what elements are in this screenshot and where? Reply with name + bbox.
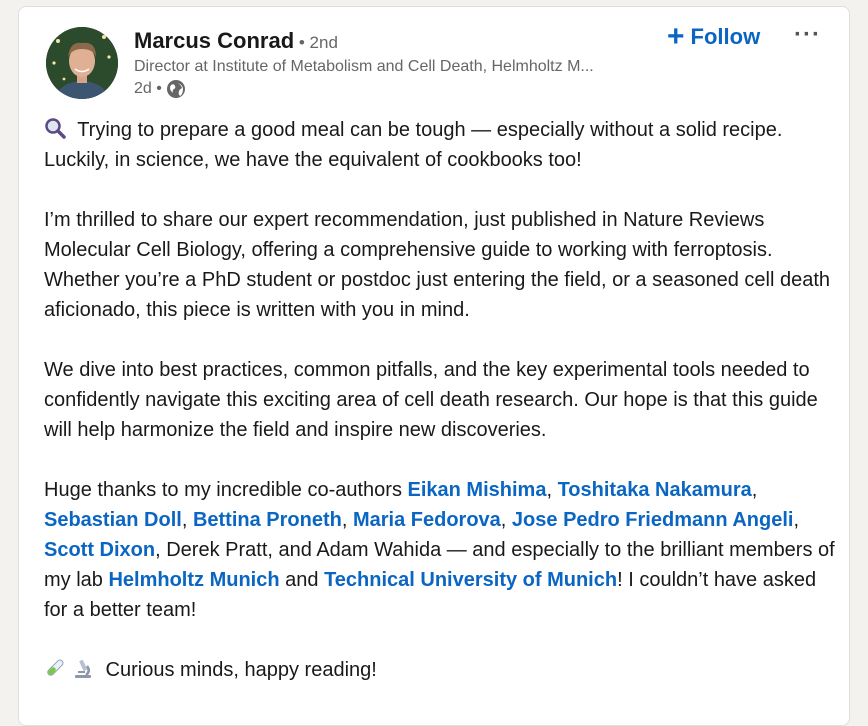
plus-icon: +	[667, 20, 685, 53]
thanks-text-and: and	[279, 569, 325, 591]
mention-jose-pedro-friedmann-angeli[interactable]: Jose Pedro Friedmann Angeli	[512, 509, 794, 531]
post-paragraph-2: I’m thrilled to share our expert recomme…	[44, 209, 831, 321]
post-paragraph-3: We dive into best practices, common pitf…	[44, 359, 818, 441]
post-meta: 2d •	[134, 79, 186, 99]
author-name-row: Marcus Conrad • 2nd	[134, 27, 338, 57]
globe-icon	[166, 80, 185, 98]
mention-scott-dixon[interactable]: Scott Dixon	[44, 539, 155, 561]
mention-maria-fedorova[interactable]: Maria Fedorova	[353, 509, 501, 531]
connection-degree: • 2nd	[294, 33, 338, 52]
magnifier-emoji-icon	[45, 118, 66, 139]
more-options-button[interactable]: ···	[794, 21, 821, 49]
separator: ,	[793, 509, 800, 531]
microscope-emoji-icon	[75, 659, 91, 678]
mention-helmholtz-munich[interactable]: Helmholtz Munich	[108, 569, 279, 591]
post-paragraph-4: Huge thanks to my incredible co-authors …	[44, 475, 844, 625]
mention-eikan-mishima[interactable]: Eikan Mishima	[408, 479, 547, 501]
paragraph-1-text: Trying to prepare a good meal can be tou…	[44, 119, 783, 171]
post-paragraph-1: Trying to prepare a good meal can be tou…	[44, 115, 844, 175]
author-name[interactable]: Marcus Conrad	[134, 28, 294, 53]
separator: ,	[751, 479, 758, 501]
mention-sebastian-doll[interactable]: Sebastian Doll	[44, 509, 182, 531]
follow-label: Follow	[690, 24, 761, 49]
post-body: Trying to prepare a good meal can be tou…	[44, 115, 844, 715]
mention-technical-university-of-munich[interactable]: Technical University of Munich	[324, 569, 617, 591]
avatar-photo-icon	[46, 27, 118, 99]
feed-post-card: Marcus Conrad • 2nd Director at Institut…	[18, 6, 850, 726]
author-headline: Director at Institute of Metabolism and …	[134, 58, 594, 75]
post-time: 2d •	[134, 80, 162, 97]
author-avatar[interactable]	[46, 27, 118, 99]
follow-button[interactable]: + Follow	[667, 20, 761, 53]
paragraph-5-text: Curious minds, happy reading!	[100, 659, 377, 681]
mention-toshitaka-nakamura[interactable]: Toshitaka Nakamura	[558, 479, 752, 501]
separator: ,	[546, 479, 558, 501]
separator: ,	[500, 509, 512, 531]
separator: ,	[341, 509, 353, 531]
separator: ,	[181, 509, 193, 531]
post-paragraph-5: Curious minds, happy reading!	[44, 655, 844, 685]
mention-bettina-proneth[interactable]: Bettina Proneth	[193, 509, 342, 531]
thanks-text: Huge thanks to my incredible co-authors	[44, 479, 408, 501]
test-tube-emoji-icon	[47, 659, 64, 676]
